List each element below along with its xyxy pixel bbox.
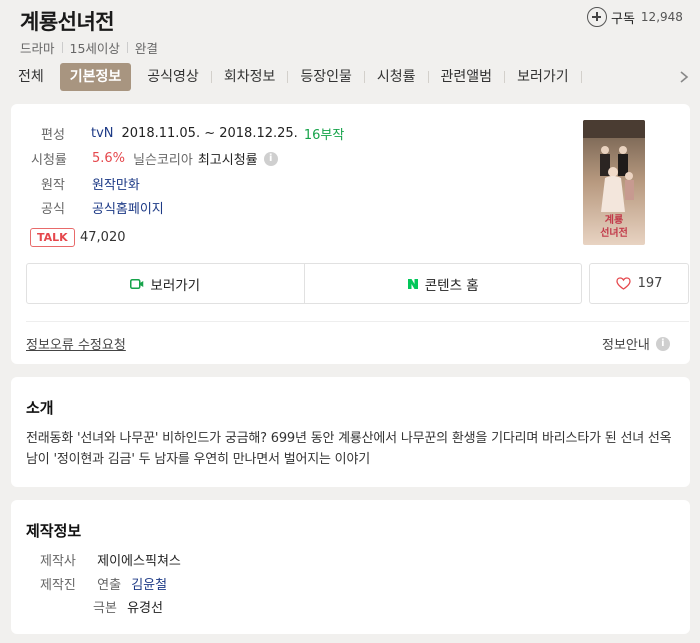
director-role: 연출 [97,578,122,593]
tab-episodes[interactable]: 회차정보 [214,63,286,91]
subscribe-count: 12,948 [640,10,683,24]
tab-basic-info[interactable]: 기본정보 [59,63,132,91]
director-link[interactable]: 김윤철 [131,578,167,593]
contents-home-label: 콘텐츠 홈 [424,277,479,294]
tab-albums[interactable]: 관련앨범 [431,63,503,91]
broadcast-period: 2018.11.05. ~ 2018.12.25. [121,126,298,141]
genre: 드라마 [20,41,55,56]
broadcast-row: 편성 tvN 2018.11.05. ~ 2018.12.25. 16부작 [31,124,344,143]
subscribe-button[interactable]: 구독 12,948 [587,7,683,27]
rating-type: 최고시청률 [197,153,258,168]
writer-row: 극본 유경선 [93,597,163,616]
writer-name: 유경선 [127,601,163,616]
contents-home-button[interactable]: 콘텐츠 홈 [303,264,582,303]
svg-text:선녀전: 선녀전 [600,226,628,239]
episode-count: 16부작 [303,128,345,143]
staff-label: 제작진 [40,578,76,593]
info-icon[interactable]: i [263,151,278,166]
watch-button[interactable]: 보러가기 [27,264,304,303]
company-row: 제작사 제이에스픽쳐스 [40,550,181,569]
official-site-link[interactable]: 공식홈페이지 [92,198,164,217]
divider [61,42,63,53]
official-label: 공식 [41,202,65,217]
naver-icon [407,278,418,289]
origin-row: 원작 원작만화 [31,174,140,193]
company-label: 제작사 [40,554,76,569]
intro-title: 소개 [26,399,54,417]
tab-ratings[interactable]: 시청률 [367,63,426,91]
origin-label: 원작 [41,178,65,193]
talk-count: 47,020 [80,230,126,245]
action-buttons: 보러가기 콘텐츠 홈 [26,263,582,304]
divider [26,321,689,322]
official-row: 공식 공식홈페이지 [31,198,164,217]
tab-bar: 전체 기본정보 공식영상 회차정보 등장인물 시청률 관련앨범 보러가기 [8,62,584,92]
age-rating: 15세이상 [69,41,120,56]
subscribe-label: 구독 [611,11,635,27]
tab-official-video[interactable]: 공식영상 [137,63,209,91]
tab-characters[interactable]: 등장인물 [290,63,362,91]
channel-link[interactable]: tvN [91,126,114,141]
talk-badge[interactable]: TALK [30,228,75,247]
rating-row: 시청률 5.6% 닐슨코리아 최고시청률 i [31,149,278,168]
poster-image[interactable]: 계룡 선녀전 [583,120,645,245]
heart-icon [615,277,631,290]
report-error-link[interactable]: 정보오류 수정요청 [26,334,126,353]
divider [126,42,128,53]
staff-row: 제작진 연출 김윤철 [40,574,167,593]
status: 완결 [134,41,158,56]
guide-label: 정보안내 [602,338,650,353]
rating-value: 5.6% [92,151,126,166]
tab-all[interactable]: 전체 [8,63,54,91]
page-title: 계룡선녀전 [20,10,115,34]
tab-watch[interactable]: 보러가기 [507,63,579,91]
company-name: 제이에스픽쳐스 [97,554,181,569]
intro-text: 전래동화 '선녀와 나무꾼' 비하인드가 궁금해? 699년 동안 계룡산에서 … [26,431,672,467]
chevron-right-icon[interactable] [678,71,690,83]
video-icon [130,278,144,289]
writer-role: 극본 [93,601,117,616]
origin-link[interactable]: 원작만화 [92,174,140,193]
production-title: 제작정보 [26,522,82,540]
info-guide-link[interactable]: 정보안내 i [602,334,670,353]
like-count: 197 [637,276,663,291]
rating-label: 시청률 [31,153,67,168]
poster-art: 계룡 선녀전 [583,120,645,245]
rating-source: 닐슨코리아 [133,153,193,168]
svg-text:계룡: 계룡 [605,213,623,226]
plus-icon [587,7,607,27]
meta-info: 드라마 15세이상 완결 [20,38,158,57]
like-button[interactable]: 197 [589,263,689,304]
info-icon: i [655,336,670,351]
watch-label: 보러가기 [150,277,201,294]
broadcast-label: 편성 [41,128,65,143]
header: 계룡선녀전 구독 12,948 드라마 15세이상 완결 전체 기본정보 공식영… [0,0,700,100]
